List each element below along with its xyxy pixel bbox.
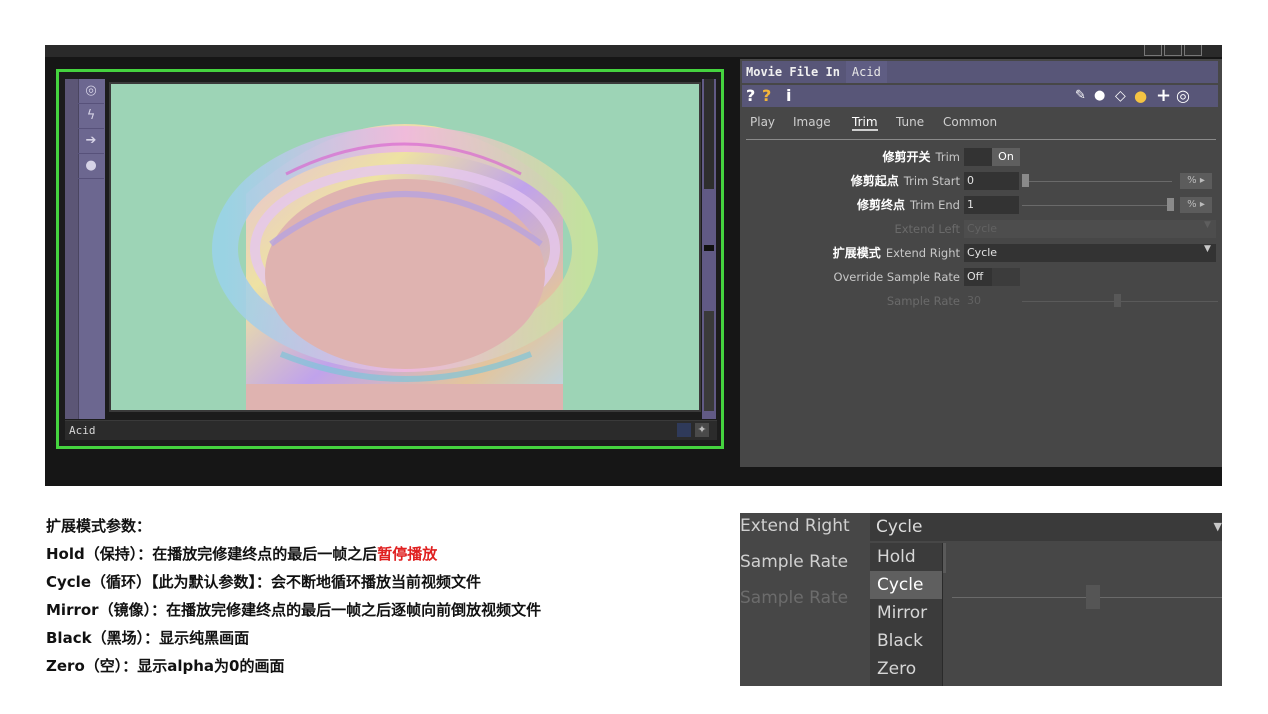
- extend-right-options-list: Hold Cycle Mirror Black Zero: [870, 543, 943, 686]
- tab-trim[interactable]: Trim: [852, 115, 878, 131]
- add-icon[interactable]: +: [1156, 86, 1171, 106]
- node-left-edge: [65, 79, 78, 419]
- param-row-extend-left: Extend Left Cycle ▼: [742, 219, 1218, 239]
- zoom-option-scrollbar[interactable]: [943, 543, 946, 573]
- option-black[interactable]: Black: [870, 627, 942, 655]
- param-row-trim-start: 修剪起点 Trim Start 0 % ▸: [742, 171, 1218, 191]
- panel-toolbar: ? ? i ✎ ● ◇ ● + ◎: [742, 85, 1218, 107]
- tab-play[interactable]: Play: [750, 115, 775, 129]
- extend-right-arrow-icon: ▼: [1204, 244, 1211, 254]
- tab-image[interactable]: Image: [793, 115, 831, 129]
- extend-right-dropdown[interactable]: Cycle: [964, 244, 1216, 262]
- info-icon[interactable]: i: [786, 86, 791, 106]
- description-zero: Zero（空）：显示alpha为0的画面: [46, 657, 285, 675]
- node-name: Acid: [69, 424, 96, 437]
- param-label-sample-rate: Sample Rate: [886, 294, 960, 308]
- python-help-icon[interactable]: ?: [762, 86, 771, 106]
- trim-end-unit[interactable]: % ▸: [1180, 197, 1212, 213]
- description-black: Black（黑场）：显示纯黑画面: [46, 629, 250, 647]
- extend-left-arrow-icon: ▼: [1204, 220, 1211, 230]
- tab-tune[interactable]: Tune: [896, 115, 924, 129]
- sample-rate-slider-knob[interactable]: [1114, 294, 1121, 307]
- option-zero[interactable]: Zero: [870, 655, 942, 683]
- trim-start-unit[interactable]: % ▸: [1180, 173, 1212, 189]
- override-sample-rate-toggle-off[interactable]: Off: [964, 268, 992, 286]
- operator-name-field[interactable]: Acid: [845, 61, 887, 83]
- zoom-extend-right-dropdown[interactable]: Cycle ▼: [870, 513, 1222, 541]
- description-mirror: Mirror（镜像）：在播放完修建终点的最后一帧之后逐帧向前倒放视频文件: [46, 601, 542, 619]
- window-button-b[interactable]: [1164, 45, 1182, 56]
- param-row-trim-end: 修剪终点 Trim End 1 % ▸: [742, 195, 1218, 215]
- window-button-c[interactable]: [1184, 45, 1202, 56]
- trim-start-slider-track[interactable]: [1022, 181, 1172, 182]
- pencil-icon[interactable]: ✎: [1075, 86, 1086, 106]
- zoom-extend-right-label: Extend Right: [740, 516, 850, 536]
- viewer-active-icon[interactable]: [677, 423, 691, 437]
- sample-rate-field[interactable]: 30: [964, 292, 1019, 310]
- option-cycle[interactable]: Cycle: [870, 571, 942, 599]
- param-label-extend-right: 扩展模式 Extend Right: [832, 246, 960, 260]
- panel-title-bar: Movie File In Acid: [742, 61, 1218, 83]
- extend-mode-description: 扩展模式参数： Hold（保持）：在播放完修建终点的最后一帧之后暂停播放 Cyc…: [46, 512, 726, 680]
- trim-end-slider-track[interactable]: [1022, 205, 1172, 206]
- tab-divider: [746, 139, 1216, 140]
- extend-left-dropdown[interactable]: Cycle: [964, 220, 1216, 238]
- lock-icon[interactable]: ●: [78, 154, 104, 179]
- trim-end-field[interactable]: 1: [964, 196, 1019, 214]
- trim-start-field[interactable]: 0: [964, 172, 1019, 190]
- description-hold: Hold（保持）：在播放完修建终点的最后一帧之后暂停播放: [46, 545, 438, 563]
- override-sample-rate-toggle-on[interactable]: [992, 268, 1020, 286]
- node-name-bar[interactable]: Acid: [65, 420, 717, 440]
- option-mirror[interactable]: Mirror: [870, 599, 942, 627]
- param-label-trim: 修剪开关 Trim: [882, 150, 960, 164]
- description-cycle: Cycle（循环）【此为默认参数】：会不断地循环播放当前视频文件: [46, 573, 481, 591]
- target-settings-icon[interactable]: ◎: [1176, 86, 1190, 106]
- video-frame-image: [111, 84, 699, 410]
- comment-icon[interactable]: ●: [1094, 86, 1105, 106]
- param-label-override-sample-rate: Override Sample Rate: [833, 270, 960, 284]
- touchdesigner-window: ◎ ϟ ➔ ● Acid ✦ Movie File In Acid ? ? i …: [45, 45, 1222, 486]
- trim-toggle-on[interactable]: On: [992, 148, 1020, 166]
- movie-viewer[interactable]: [109, 82, 701, 412]
- param-row-trim: 修剪开关 Trim On: [742, 147, 1218, 167]
- bookmark-icon[interactable]: ◇: [1115, 86, 1126, 106]
- param-label-trim-start: 修剪起点 Trim Start: [850, 174, 960, 188]
- tab-common[interactable]: Common: [943, 115, 997, 129]
- zoom-slider-knob: [1086, 585, 1100, 609]
- option-hold[interactable]: Hold: [870, 543, 942, 571]
- viewer-scrollbar[interactable]: [702, 79, 716, 419]
- window-button-a[interactable]: [1144, 45, 1162, 56]
- zoom-sample-rate-label: Sample Rate: [740, 552, 849, 572]
- highlight-pause: 暂停播放: [377, 545, 438, 563]
- target-icon[interactable]: ◎: [78, 79, 104, 104]
- param-row-sample-rate: Sample Rate 30: [742, 291, 1218, 311]
- extend-right-zoom: Extend Right Cycle ▼ Sample Rate Sample R…: [740, 513, 1222, 686]
- param-row-extend-right: 扩展模式 Extend Right Cycle ▼: [742, 243, 1218, 263]
- param-label-trim-end: 修剪终点 Trim End: [857, 198, 960, 212]
- zoom-sample-rate-label-dim: Sample Rate: [740, 588, 849, 608]
- parameter-panel: Movie File In Acid ? ? i ✎ ● ◇ ● + ◎ Play…: [740, 59, 1222, 467]
- trim-start-slider-knob[interactable]: [1022, 174, 1029, 187]
- arrow-right-icon[interactable]: ➔: [78, 129, 104, 154]
- param-row-override-sample-rate: Override Sample Rate Off: [742, 267, 1218, 287]
- trim-toggle-off[interactable]: [964, 148, 992, 166]
- lightning-icon[interactable]: ϟ: [78, 104, 104, 129]
- param-label-extend-left: Extend Left: [894, 222, 960, 236]
- python-icon[interactable]: ●: [1134, 86, 1147, 106]
- operator-type: Movie File In: [746, 65, 840, 79]
- network-header-strip: [45, 45, 1222, 57]
- trim-end-slider-knob[interactable]: [1167, 198, 1174, 211]
- viewer-plus-icon[interactable]: ✦: [695, 423, 709, 437]
- description-heading: 扩展模式参数：: [46, 517, 152, 535]
- help-icon[interactable]: ?: [746, 86, 755, 106]
- zoom-dropdown-arrow-icon: ▼: [1213, 520, 1222, 533]
